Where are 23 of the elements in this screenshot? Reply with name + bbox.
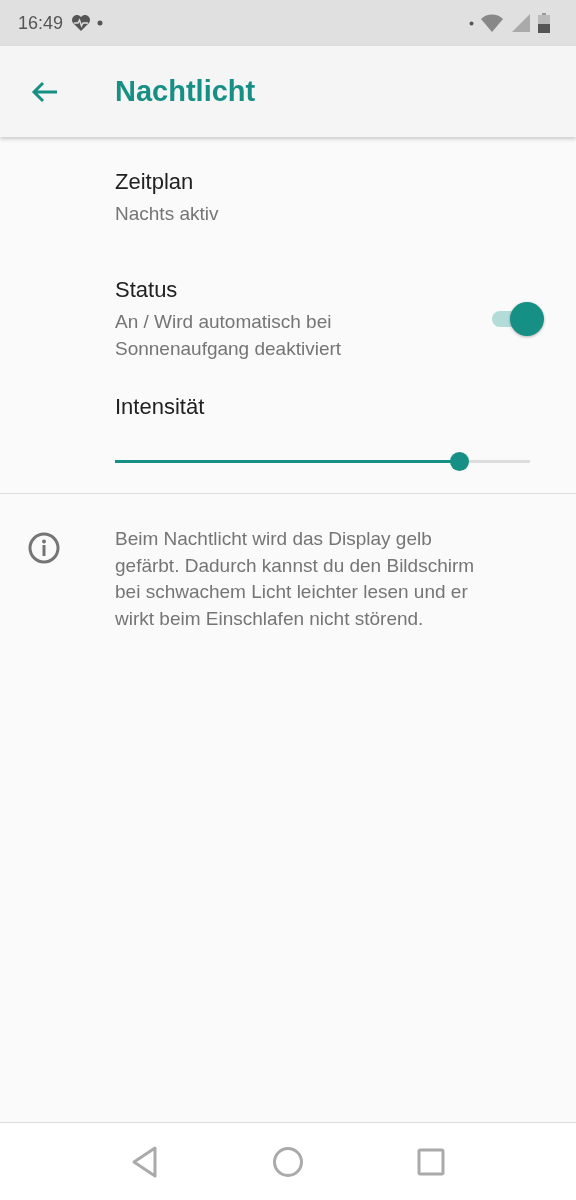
recent-apps-icon[interactable] [417,1147,445,1176]
slider-thumb[interactable] [449,452,469,471]
info-icon [28,532,60,564]
notification-dot-icon [469,20,474,26]
page-title: Nachtlicht [115,75,256,108]
notification-dot-icon [97,20,104,26]
setting-title: Status [115,276,179,304]
clock: 16:49 [18,12,64,34]
wifi-icon [480,13,504,33]
intensity-slider[interactable] [115,452,530,471]
schedule-setting[interactable]: Zeitplan Nachts aktiv [0,137,576,275]
back-icon[interactable] [131,1145,159,1178]
toggle-switch[interactable] [492,301,544,336]
signal-icon [510,13,532,33]
back-arrow-icon [31,79,59,104]
setting-summary: Nachts aktiv [115,202,220,226]
setting-title: Zeitplan [115,168,195,196]
setting-summary: An / Wird automatisch bei Sonnenaufgang deaktiviert [115,310,343,361]
heart-rate-icon [71,14,92,32]
battery-icon [538,13,550,33]
setting-title: Intensität [115,393,206,421]
info-text: Beim Nachtlicht wird das Display gelb gefärbt. Dadurch kannst du den Bildschirm bei schwachem Licht leichter lesen und er wirkt beim Einschlafen nicht störend. [115,527,476,631]
home-icon[interactable] [272,1145,304,1178]
